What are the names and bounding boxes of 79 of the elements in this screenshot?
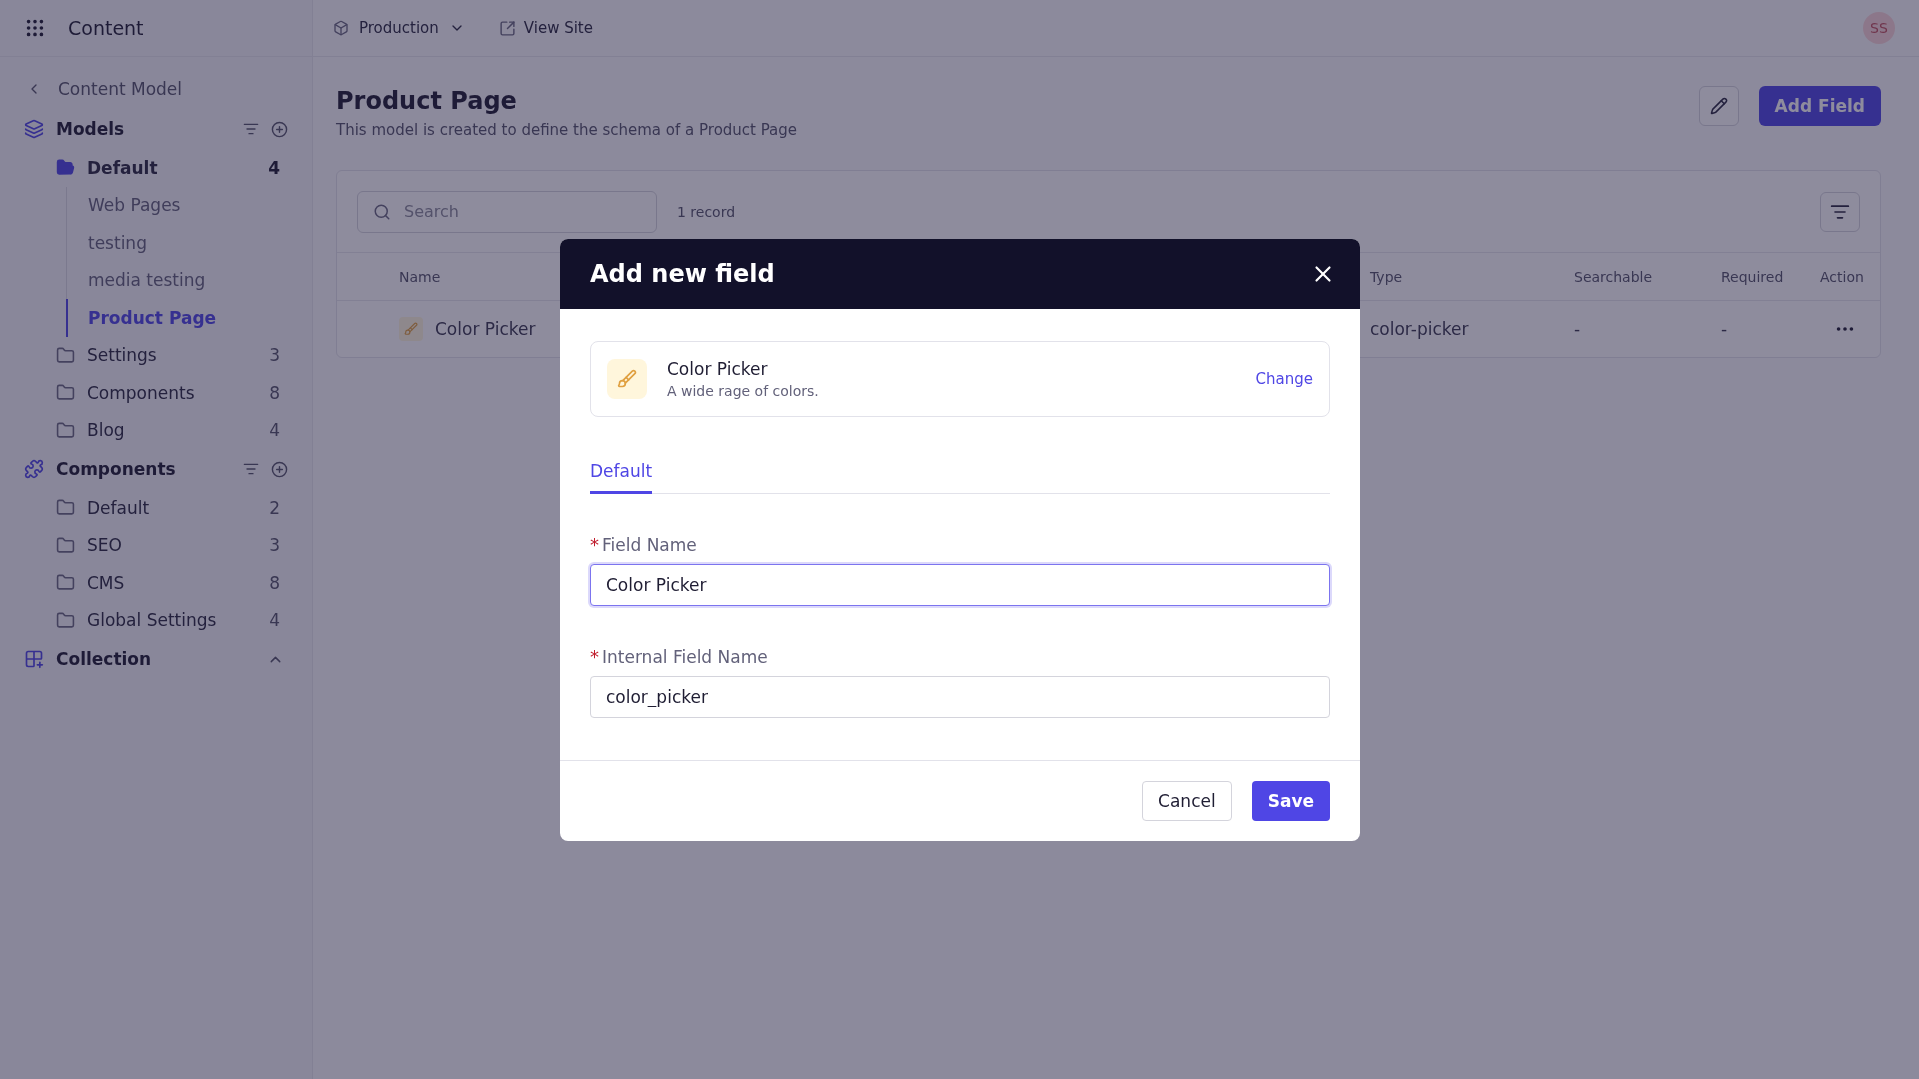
section-title[interactable]: Components	[56, 459, 231, 479]
column-header: Searchable	[1574, 268, 1653, 285]
save-button[interactable]: Save	[1251, 781, 1330, 821]
column-header: Name	[399, 268, 441, 285]
folder-label[interactable]: Blog	[87, 420, 258, 441]
field-type-description: A wide rage of colors.	[667, 383, 820, 399]
list-icon[interactable]	[243, 461, 259, 477]
grid-plus-icon	[24, 649, 44, 669]
add-icon[interactable]	[271, 120, 288, 138]
folder-label[interactable]: SEO	[87, 535, 258, 556]
item-count: 4	[269, 420, 280, 441]
record-count: 1 record	[677, 203, 736, 220]
field-label: Internal Field Name	[602, 646, 768, 667]
external-link-icon	[498, 19, 516, 37]
add-field-button[interactable]: Add Field	[1758, 86, 1881, 126]
page-description: This model is created to define the schema of a Product Page	[336, 121, 798, 139]
folder-icon	[56, 383, 75, 403]
puzzle-icon	[24, 459, 44, 479]
table-cell: color-picker	[1370, 319, 1469, 339]
tab[interactable]: Default	[590, 461, 653, 494]
folder-icon	[56, 535, 75, 555]
filter-button[interactable]	[1820, 191, 1860, 232]
app-title: Content	[68, 17, 144, 39]
view-site-link[interactable]: View Site	[486, 19, 593, 37]
layers-icon	[24, 119, 44, 139]
brush-icon	[404, 322, 418, 336]
item-count: 4	[269, 610, 280, 631]
required-mark: *	[590, 646, 599, 667]
folder-icon	[56, 610, 75, 630]
folder-label[interactable]: Default	[87, 157, 257, 178]
environment-dropdown[interactable]: Production	[333, 19, 473, 37]
item-count: 3	[269, 345, 280, 366]
column-header: Type	[1370, 268, 1403, 285]
section-title[interactable]: Models	[56, 119, 231, 139]
item-count: 8	[269, 382, 280, 403]
user-avatar[interactable]: SS	[1863, 12, 1895, 44]
model-item[interactable]: testing	[66, 224, 288, 262]
item-count: 2	[269, 497, 280, 518]
pencil-icon	[1709, 97, 1728, 115]
list-icon[interactable]	[243, 121, 259, 137]
folder-label[interactable]: CMS	[87, 572, 258, 593]
model-item[interactable]: Web Pages	[66, 186, 288, 224]
search-icon	[373, 202, 391, 221]
add-icon[interactable]	[271, 460, 288, 478]
item-count: 4	[268, 157, 280, 178]
edit-button[interactable]	[1698, 86, 1739, 126]
folder-label[interactable]: Settings	[87, 345, 258, 366]
column-header: Action	[1820, 268, 1864, 285]
table-cell: Color Picker	[435, 319, 536, 339]
required-mark: *	[590, 534, 599, 555]
field-label: Field Name	[602, 534, 697, 555]
table-cell: -	[1574, 319, 1581, 339]
search-field[interactable]: Search	[357, 190, 657, 233]
folder-open-icon	[56, 158, 75, 178]
brush-icon	[617, 369, 637, 389]
apps-grid-icon[interactable]	[24, 17, 46, 39]
page-title: Product Page	[336, 87, 518, 115]
column-header: Required	[1721, 268, 1784, 285]
table-cell: -	[1721, 319, 1728, 339]
input-field[interactable]: Color Picker	[590, 564, 1330, 606]
folder-icon	[56, 345, 75, 365]
folder-label[interactable]: Components	[87, 382, 258, 403]
folder-label[interactable]: Global Settings	[87, 610, 258, 631]
field-type-name: Color Picker	[667, 359, 769, 379]
cube-icon	[333, 20, 349, 36]
folder-icon	[56, 420, 75, 440]
cancel-button[interactable]: Cancel	[1142, 781, 1232, 821]
change-link[interactable]: Change	[1255, 370, 1313, 388]
item-count: 8	[269, 572, 280, 593]
folder-icon	[56, 498, 75, 518]
input-field[interactable]: color_picker	[590, 676, 1330, 718]
item-count: 3	[269, 535, 280, 556]
folder-icon	[56, 573, 75, 593]
folder-label[interactable]: Default	[87, 497, 258, 518]
dialog-title: Add new field	[590, 260, 775, 288]
back-link[interactable]: Content Model	[58, 79, 183, 99]
model-item[interactable]: media testing	[66, 261, 288, 299]
section-title[interactable]: Collection	[56, 649, 255, 669]
model-item[interactable]: Product Page	[66, 299, 288, 337]
